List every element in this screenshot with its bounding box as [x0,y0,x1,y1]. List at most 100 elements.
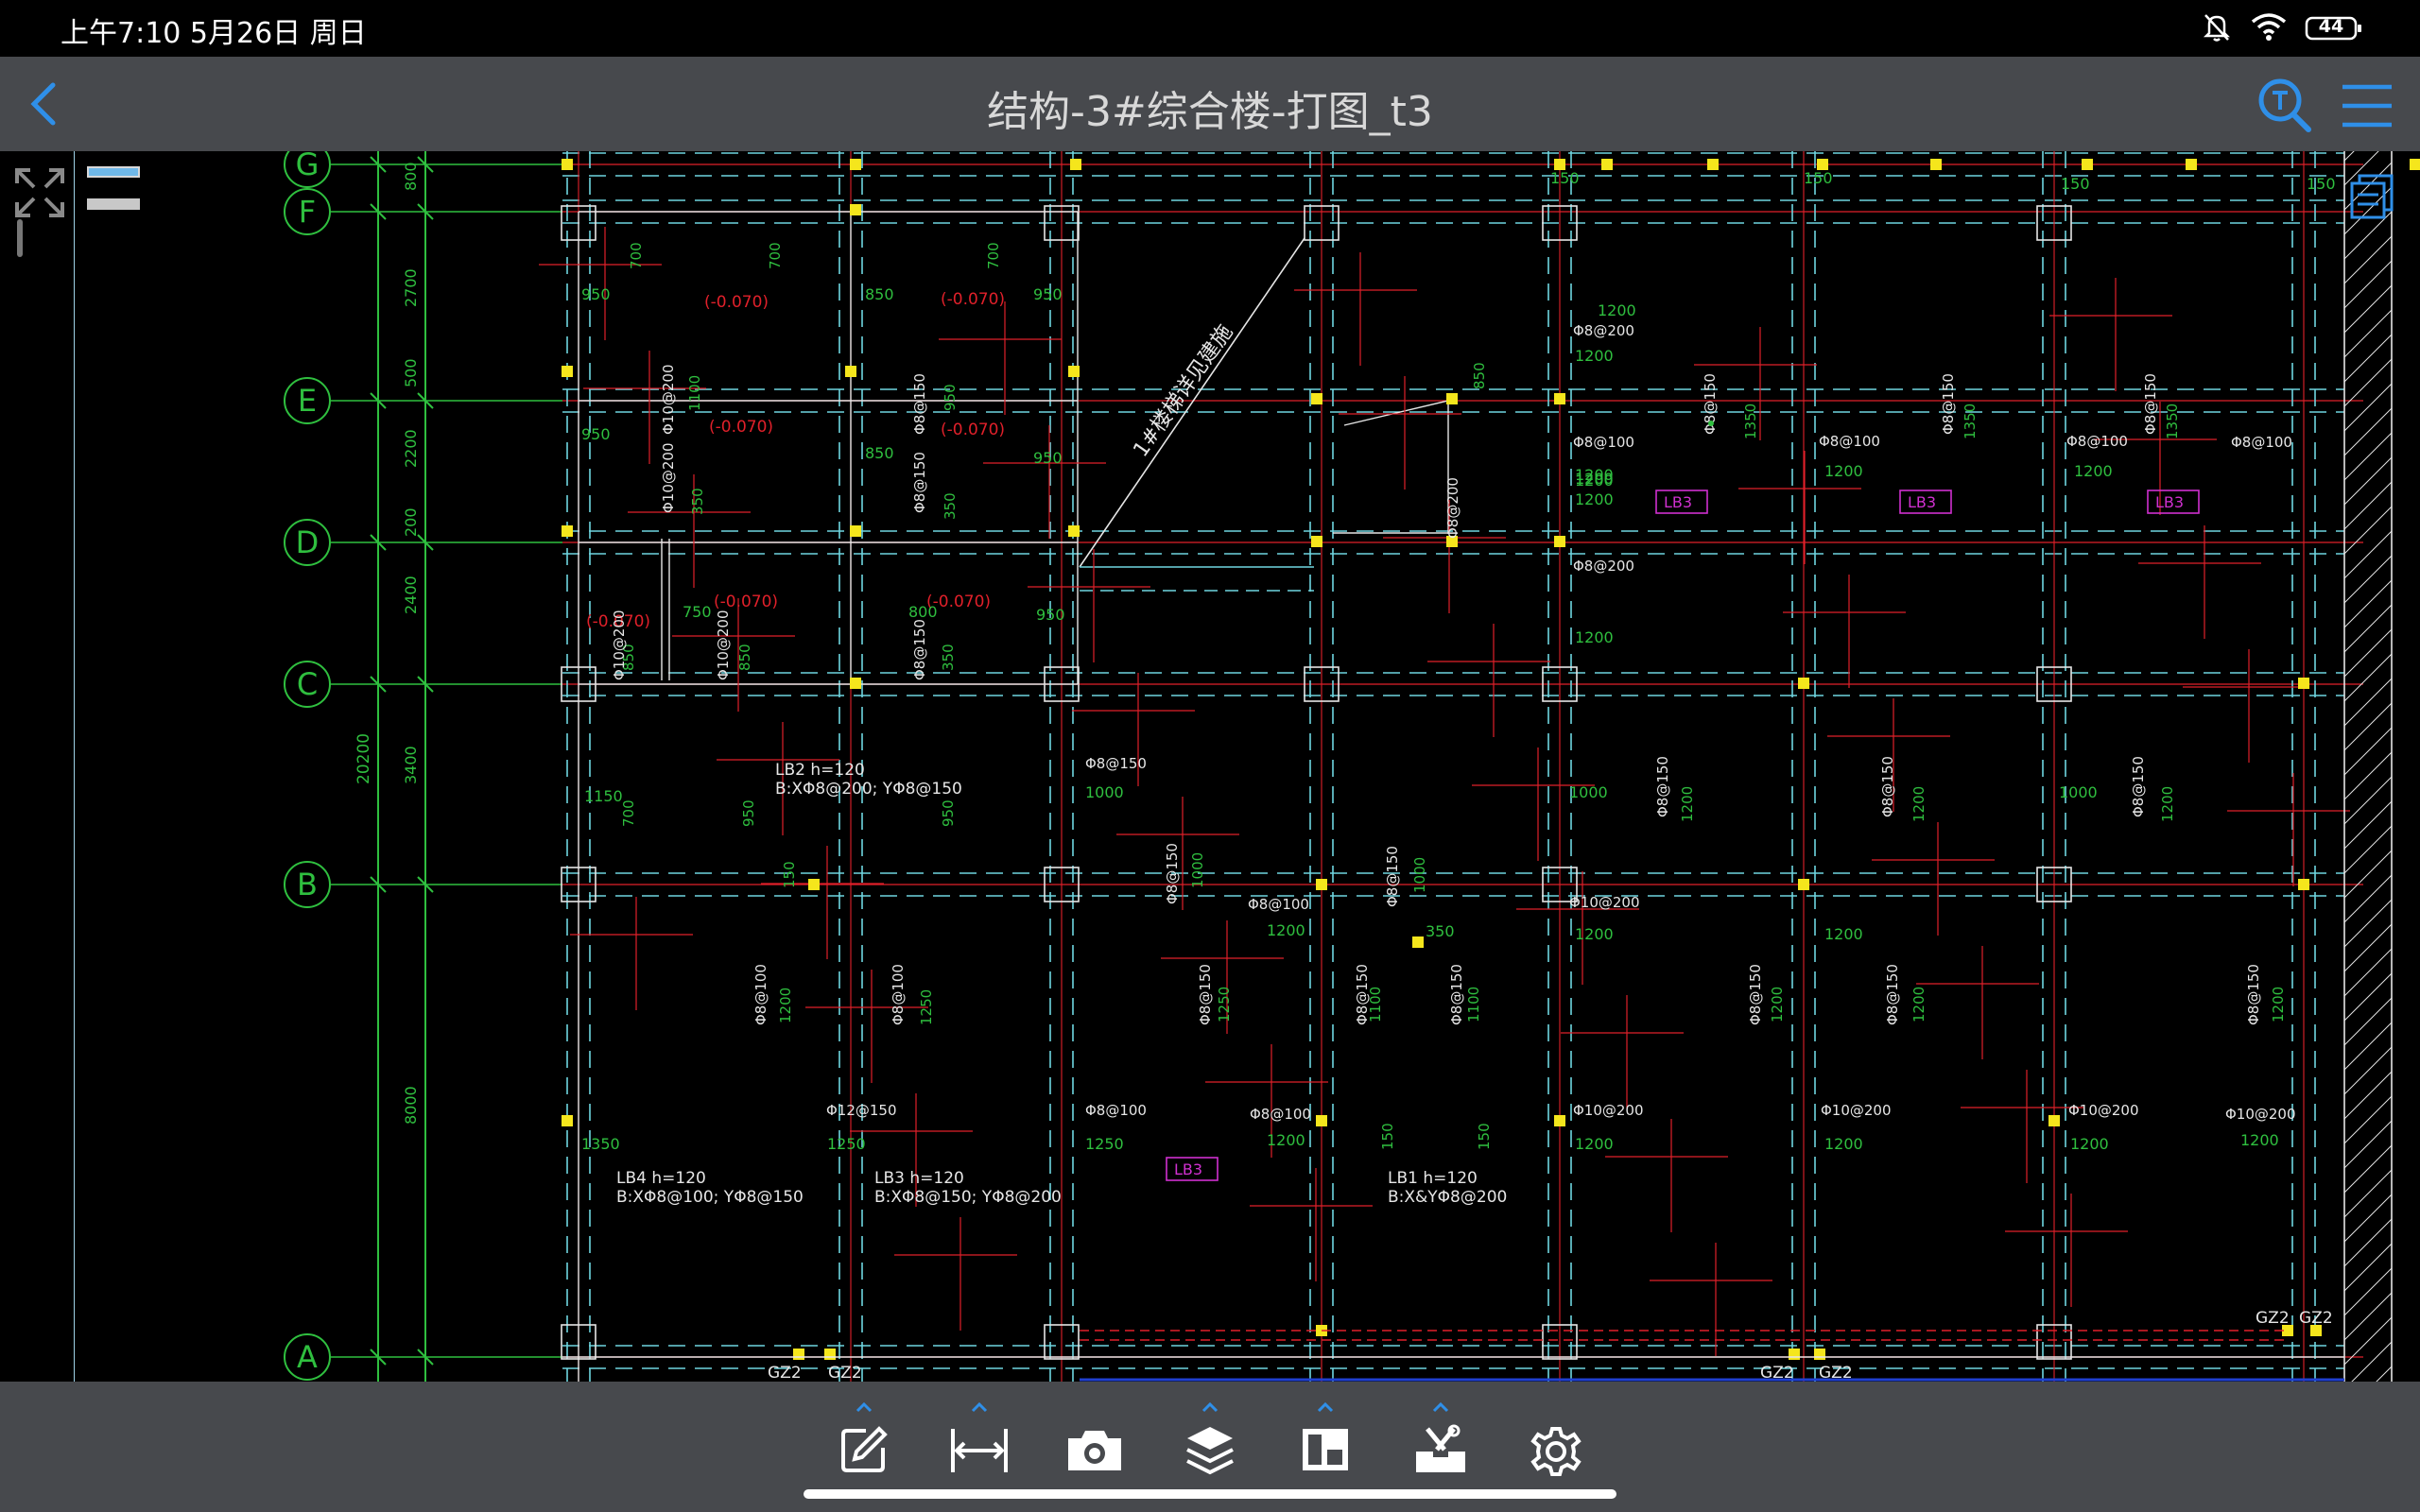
cad-drawing-canvas[interactable]: G F E D C B A 800 2700 500 2200 200 2400 3400 8000 2020… [0,151,2420,1382]
dimension-label: 150 [1550,169,1580,187]
layout-icon [1303,1429,1348,1470]
dim-text: 8000 [402,1086,420,1125]
layout-button[interactable] [1291,1400,1359,1476]
dimension-label-v: 1100 [686,375,703,411]
hatch-line [2343,530,2393,579]
structural-column-yellow [850,159,861,170]
dimension-label-v: 350 [689,488,706,515]
scroll-indicator[interactable] [17,219,23,257]
hatch-line [2343,628,2393,678]
structural-column-yellow [2186,159,2197,170]
hatch-line [2343,1120,2393,1169]
dimension-label: 1200 [1824,1135,1863,1153]
hatch-line [2343,579,2393,628]
annotate-button[interactable] [830,1400,898,1476]
rebar-label-v: Φ8@150 [911,373,928,435]
hatch-line [2343,874,2393,923]
dimension-label: 1200 [1824,462,1863,480]
axis-label: C [297,666,318,702]
dimension-label-v: 950 [942,384,959,411]
rebar-label-v: Φ8@100 [752,964,769,1025]
dimension-label-v: 350 [940,644,957,671]
rebar-label-v: Φ8@150 [1448,964,1465,1025]
layers-button[interactable] [1176,1400,1244,1476]
cad-drawing[interactable]: GF E D C B A 800 2700 500 2200 200 2400 3400 8000 2020… [0,151,2420,1382]
dimension-label: 800 [908,603,938,621]
measure-icon [951,1429,1008,1472]
dim-text: 2700 [402,268,420,307]
dimension-label: 1200 [1575,490,1614,508]
slab-lb4-rebar: B:XΦ8@100; YΦ8@150 [616,1188,804,1207]
dimension-label: 750 [683,603,712,621]
hatch-line [2343,1169,2393,1218]
measure-button[interactable] [945,1400,1013,1476]
hatch-line [2343,1046,2393,1095]
snapshot-button[interactable] [1061,1400,1129,1476]
dimension-label-v: 150 [1379,1123,1396,1150]
structural-column-yellow [1311,393,1322,404]
status-time: 上午7:10 5月26日 周日 [60,17,367,50]
layer-toggle-button[interactable] [87,166,144,217]
shaft-outline [1333,400,1449,534]
dimension-label: 950 [581,285,611,303]
title-bar: 结构-3#综合楼-打图_t3 [0,57,2420,151]
text-search-icon [2258,78,2311,132]
text-search-button[interactable] [2256,76,2316,136]
dimension-label-v: 1350 [1742,404,1759,439]
dimension-label: 1200 [1575,925,1614,943]
structural-column-yellow [1068,366,1080,377]
structural-column-yellow [1930,159,1942,170]
side-panel-button[interactable] [2348,170,2397,221]
structural-column-yellow [1798,879,1809,890]
axis-label: B [297,867,318,902]
dimension-label: 1350 [581,1135,620,1153]
dimension-label-v: 1200 [1769,987,1786,1022]
rebar-label: Φ8@100 [1085,1102,1147,1119]
slab-tag: LB3 [1908,493,1936,511]
axis-label: D [296,524,320,560]
axis-label: E [298,383,317,419]
rebar-label: Φ10@200 [1573,1102,1644,1119]
dimension-label: 1200 [2240,1131,2279,1149]
hatch-line [2343,334,2393,383]
wifi-icon [2250,10,2288,46]
hatch-line [2343,432,2393,481]
settings-button[interactable] [1522,1400,1590,1476]
hatch-line [2343,260,2393,309]
hatch-line [2343,1095,2393,1144]
fullscreen-button[interactable] [13,166,66,219]
structural-column-yellow [824,1349,836,1360]
hatch-line [2343,1144,2393,1194]
structural-column-yellow [2082,159,2093,170]
rebar-label-v: Φ8@150 [1747,964,1764,1025]
constructional-column-label: GZ2 [828,1364,862,1382]
rebar-label: Φ8@100 [2231,434,2292,451]
rebar-label-v: Φ8@150 [1940,373,1957,435]
chevron-up-icon [1201,1401,1219,1413]
structural-column-yellow [1311,536,1322,547]
hatch-line [2343,800,2393,850]
hatch-line [2343,1022,2393,1071]
marker-dot [1708,421,1714,426]
structural-column-yellow [562,525,573,537]
chevron-up-icon [1317,1401,1334,1413]
elevation-label: (-0.070) [709,418,773,437]
rebar-label: Φ10@200 [2068,1102,2139,1119]
dimension-label-v: 1350 [1962,404,1979,439]
slab-lb3-title: LB3 h=120 [874,1169,964,1188]
home-indicator[interactable] [804,1489,1616,1499]
battery-icon: 44 [2305,15,2363,42]
dimension-label: 850 [865,285,894,303]
camera-icon [1068,1431,1121,1470]
menu-button[interactable] [2337,77,2397,134]
hatch-line [2343,1267,2393,1316]
dimension-label-v: 1200 [1910,786,1927,822]
chevron-up-icon [1432,1401,1449,1413]
dimension-label: 350 [1426,922,1455,940]
rebar-label-v: Φ8@200 [1444,477,1461,539]
tools-button[interactable] [1407,1400,1475,1476]
dim-text: 500 [402,358,420,387]
axis-label: G [296,151,320,182]
constructional-column-label: GZ2 [768,1364,802,1382]
dimension-label: 1000 [1085,783,1124,801]
